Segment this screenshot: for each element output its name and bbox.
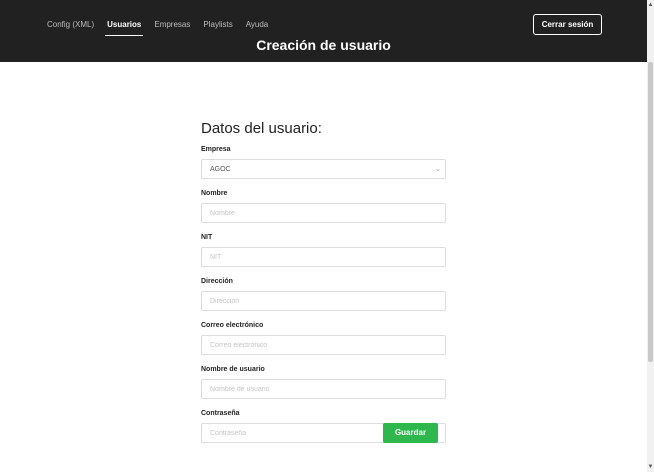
correo-input[interactable] — [201, 335, 446, 355]
nav-item-usuarios[interactable]: Usuarios — [105, 20, 144, 36]
save-button[interactable]: Guardar — [383, 422, 438, 443]
contrasena-label: Contraseña — [201, 410, 240, 417]
page: Config (XML) Usuarios Empresas Playlists… — [0, 0, 654, 472]
page-title: Creación de usuario — [256, 37, 391, 53]
nit-input[interactable] — [201, 247, 446, 267]
nav-item-config-xml[interactable]: Config (XML) — [47, 20, 94, 30]
nav-item-empresas[interactable]: Empresas — [154, 20, 190, 30]
empresa-selected-value: AGOC — [210, 165, 231, 173]
nit-label: NIT — [201, 234, 213, 241]
empresa-label: Empresa — [201, 146, 231, 153]
main-nav: Config (XML) Usuarios Empresas Playlists… — [47, 20, 281, 36]
usuario-input[interactable] — [201, 379, 446, 399]
scrollbar-thumb[interactable] — [648, 62, 653, 362]
usuario-label: Nombre de usuario — [201, 366, 265, 373]
nav-item-ayuda[interactable]: Ayuda — [246, 20, 269, 30]
save-button-wrap: Guardar — [383, 422, 438, 443]
direccion-input[interactable] — [201, 291, 446, 311]
direccion-label: Dirección — [201, 278, 233, 285]
nombre-input[interactable] — [201, 203, 446, 223]
logout-button[interactable]: Cerrar sesión — [533, 14, 602, 35]
top-navbar: Config (XML) Usuarios Empresas Playlists… — [0, 0, 647, 62]
user-form: Datos del usuario: Empresa AGOC ⌄ Nombre… — [201, 120, 446, 454]
chevron-down-icon: ⌄ — [435, 166, 441, 173]
nombre-label: Nombre — [201, 190, 228, 197]
nav-item-playlists[interactable]: Playlists — [203, 20, 232, 30]
scroll-down-icon[interactable]: ▼ — [647, 463, 654, 471]
correo-label: Correo electrónico — [201, 322, 264, 329]
scroll-up-icon[interactable]: ▲ — [647, 1, 654, 9]
empresa-select[interactable]: AGOC ⌄ — [201, 159, 446, 179]
form-heading: Datos del usuario: — [201, 120, 322, 137]
vertical-scrollbar[interactable]: ▲ ▼ — [647, 0, 654, 472]
